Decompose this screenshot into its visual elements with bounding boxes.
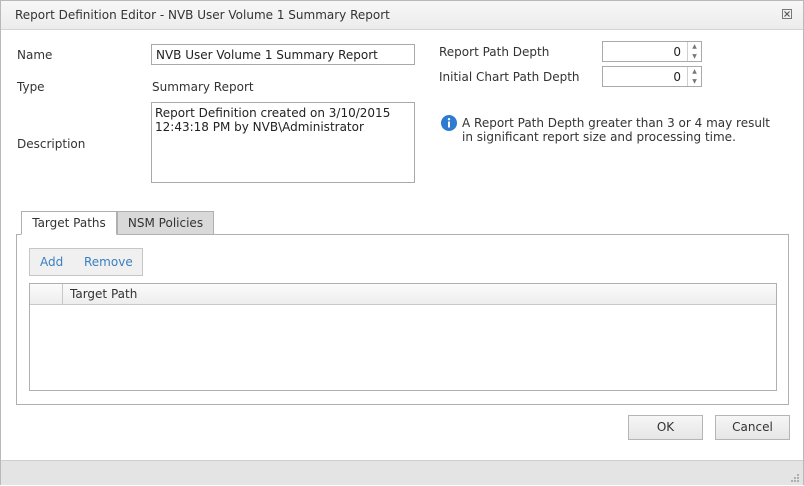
select-all-column-header[interactable] (30, 284, 63, 304)
grid-toolbar: Add Remove (29, 248, 143, 276)
report-definition-dialog: Report Definition Editor - NVB User Volu… (0, 0, 804, 485)
cancel-button[interactable]: Cancel (715, 415, 790, 440)
initial-chart-path-depth-value: 0 (673, 70, 681, 84)
stepper-arrows: ▲ ▼ (687, 67, 701, 86)
increment-arrow-icon[interactable]: ▲ (688, 67, 701, 76)
initial-chart-path-depth-label: Initial Chart Path Depth (439, 70, 580, 84)
report-path-depth-label: Report Path Depth (439, 45, 550, 59)
tab-nsm-policies[interactable]: NSM Policies (117, 211, 214, 235)
status-bar (1, 460, 803, 485)
type-value: Summary Report (152, 80, 254, 94)
info-message: A Report Path Depth greater than 3 or 4 … (462, 116, 770, 144)
decrement-arrow-icon[interactable]: ▼ (688, 77, 701, 86)
column-header-target-path[interactable]: Target Path (70, 287, 137, 301)
tab-target-paths[interactable]: Target Paths (21, 211, 117, 235)
description-label: Description (17, 137, 86, 151)
stepper-arrows: ▲ ▼ (687, 42, 701, 61)
window-title: Report Definition Editor - NVB User Volu… (15, 8, 390, 22)
increment-arrow-icon[interactable]: ▲ (688, 42, 701, 51)
description-field[interactable]: Report Definition created on 3/10/2015 1… (151, 102, 415, 183)
info-icon (441, 115, 457, 131)
add-button[interactable]: Add (40, 255, 63, 269)
decrement-arrow-icon[interactable]: ▼ (688, 52, 701, 61)
target-paths-grid: Target Path (29, 283, 777, 391)
initial-chart-path-depth-stepper[interactable]: 0 ▲ ▼ (602, 66, 702, 87)
report-path-depth-stepper[interactable]: 0 ▲ ▼ (602, 41, 702, 62)
name-field[interactable] (151, 44, 415, 65)
name-label: Name (17, 48, 53, 62)
close-icon[interactable] (781, 9, 793, 21)
type-label: Type (17, 80, 45, 94)
grid-header: Target Path (30, 284, 776, 305)
resize-grip-icon[interactable] (790, 472, 800, 482)
report-path-depth-value: 0 (673, 45, 681, 59)
remove-button[interactable]: Remove (84, 255, 133, 269)
title-bar[interactable]: Report Definition Editor - NVB User Volu… (1, 1, 803, 30)
ok-button[interactable]: OK (628, 415, 703, 440)
